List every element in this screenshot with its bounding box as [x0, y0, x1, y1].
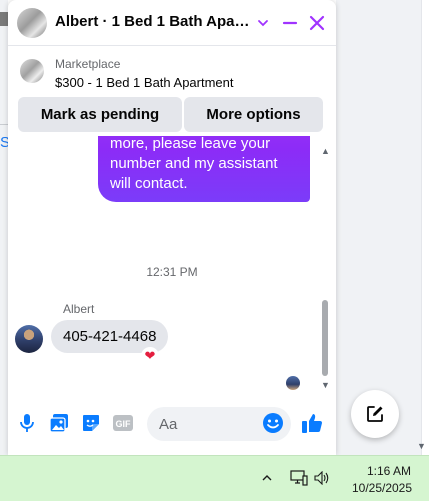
taskbar: 1:16 AM 10/25/2025 [0, 455, 429, 501]
message-thread[interactable]: information about this property and want… [8, 136, 336, 395]
close-icon[interactable] [306, 12, 328, 34]
scroll-up-icon[interactable]: ▲ [321, 146, 330, 156]
chat-window: Albert · 1 Bed 1 Bath Apart... Marketpla… [8, 0, 336, 455]
microphone-icon[interactable] [16, 412, 38, 434]
sticker-icon[interactable] [80, 412, 102, 434]
emoji-icon[interactable] [262, 412, 284, 434]
background-topbar-fragment [0, 12, 8, 26]
outgoing-message-bubble: information about this property and want… [98, 136, 310, 202]
background-right-panel [336, 0, 429, 455]
message-composer: GIF [8, 400, 336, 448]
chevron-down-icon[interactable] [252, 12, 274, 34]
more-options-button[interactable]: More options [184, 97, 323, 132]
mark-as-pending-button[interactable]: Mark as pending [18, 97, 182, 132]
listing-title: $300 - 1 Bed 1 Bath Apartment [55, 75, 234, 90]
marketplace-listing-card[interactable]: Marketplace $300 - 1 Bed 1 Bath Apartmen… [8, 47, 336, 93]
compose-icon [367, 406, 383, 422]
sender-name: Albert [63, 302, 95, 316]
message-timestamp: 12:31 PM [146, 265, 198, 279]
clock-date[interactable]: 10/25/2025 [344, 481, 420, 495]
chat-header[interactable]: Albert · 1 Bed 1 Bath Apart... [8, 0, 336, 46]
gif-icon[interactable]: GIF [112, 412, 134, 434]
chat-scrollbar[interactable]: ▲ ▼ [320, 146, 330, 392]
sender-avatar[interactable] [15, 325, 43, 353]
volume-icon[interactable] [313, 469, 331, 487]
new-message-button[interactable] [351, 390, 399, 438]
heart-reaction-icon[interactable]: ❤ [141, 347, 159, 365]
read-receipt-avatar [286, 376, 300, 390]
clock-time[interactable]: 1:16 AM [360, 464, 418, 478]
background-divider [0, 124, 8, 125]
scrollbar-thumb[interactable] [322, 300, 328, 376]
minimize-icon[interactable] [279, 12, 301, 34]
listing-thumbnail [20, 59, 44, 83]
listing-source: Marketplace [55, 57, 121, 71]
listing-avatar[interactable] [17, 8, 47, 38]
scroll-down-icon[interactable]: ▼ [321, 380, 330, 390]
svg-text:GIF: GIF [116, 419, 132, 429]
chevron-up-icon[interactable] [258, 469, 276, 487]
background-left-panel [0, 0, 8, 455]
chat-title[interactable]: Albert · 1 Bed 1 Bath Apart... [55, 13, 250, 30]
page-scrollbar[interactable] [421, 0, 429, 455]
page-scroll-down-icon[interactable]: ▼ [417, 441, 426, 451]
network-icon[interactable] [290, 469, 308, 487]
photo-icon[interactable] [48, 412, 70, 434]
thumbs-up-icon[interactable] [301, 412, 323, 434]
